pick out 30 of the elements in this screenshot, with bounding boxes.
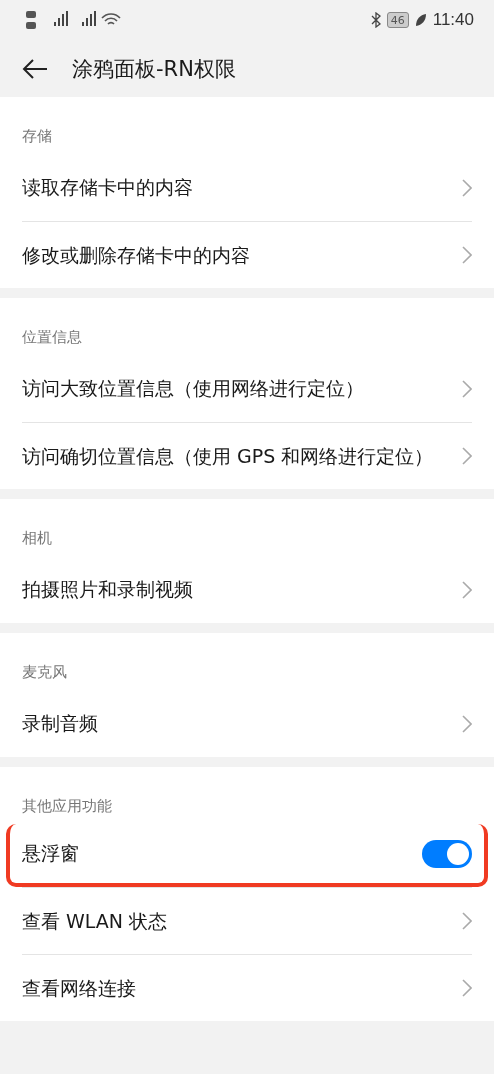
section-title: 存储 bbox=[22, 127, 52, 145]
bluetooth-icon bbox=[370, 12, 381, 28]
toggle-switch[interactable] bbox=[422, 839, 472, 868]
permission-label[interactable]: 访问大致位置信息（使用网络进行定位） bbox=[22, 367, 450, 410]
permission-label[interactable]: 拍摄照片和录制视频 bbox=[22, 568, 450, 611]
section-title: 其他应用功能 bbox=[22, 797, 112, 815]
permission-label[interactable]: 录制音频 bbox=[22, 702, 450, 745]
permission-label[interactable]: 访问确切位置信息（使用 GPS 和网络进行定位） bbox=[22, 434, 450, 478]
signal-icon bbox=[24, 8, 124, 32]
chevron-right-icon bbox=[462, 979, 472, 997]
chevron-right-icon bbox=[462, 447, 472, 465]
battery-level: 46 bbox=[386, 12, 409, 28]
chevron-right-icon bbox=[462, 580, 472, 599]
chevron-right-icon bbox=[462, 246, 472, 264]
chevron-right-icon bbox=[462, 379, 472, 398]
chevron-right-icon bbox=[462, 178, 472, 197]
permission-label[interactable]: 修改或删除存储卡中的内容 bbox=[22, 233, 450, 277]
leaf-icon bbox=[414, 13, 427, 27]
section-title: 麦克风 bbox=[22, 663, 67, 681]
permission-label[interactable]: 查看 WLAN 状态 bbox=[22, 899, 450, 943]
chevron-right-icon bbox=[462, 714, 472, 733]
page-title: 涂鸦面板-RN权限 bbox=[72, 55, 236, 83]
permission-label[interactable]: 读取存储卡中的内容 bbox=[22, 166, 450, 209]
section-title: 相机 bbox=[22, 529, 52, 547]
clock-time: 11:40 bbox=[432, 10, 474, 30]
permission-label[interactable]: 查看网络连接 bbox=[22, 966, 450, 1010]
permission-label[interactable]: 悬浮窗 bbox=[22, 832, 410, 875]
section-title: 位置信息 bbox=[22, 328, 82, 346]
back-button[interactable] bbox=[22, 57, 48, 80]
chevron-right-icon bbox=[462, 912, 472, 930]
